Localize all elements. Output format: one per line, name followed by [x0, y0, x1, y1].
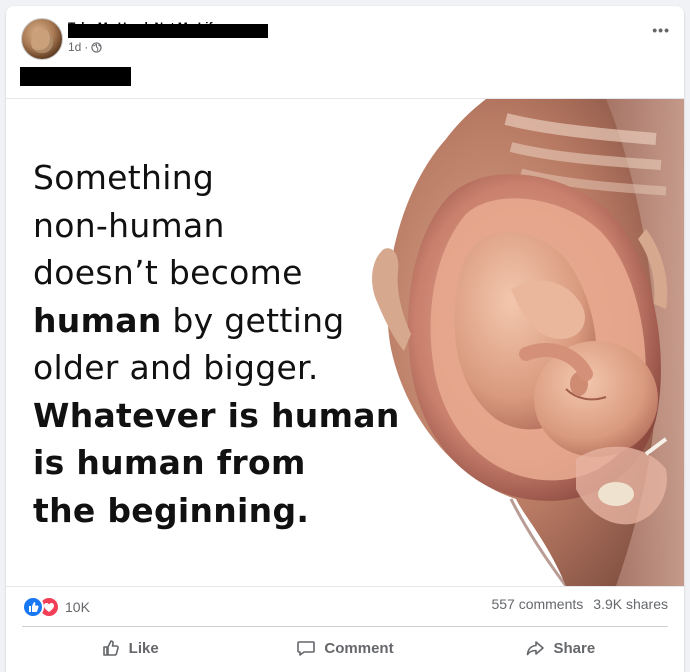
meta-separator: ·: [84, 40, 89, 54]
share-button[interactable]: Share: [453, 630, 668, 666]
like-icon: [22, 596, 44, 618]
reaction-count: 10K: [65, 599, 90, 615]
share-label: Share: [553, 639, 596, 657]
post-stats: 557 comments 3.9K shares: [491, 596, 668, 612]
headline-line-2: non-human: [33, 205, 225, 245]
share-arrow-icon: [527, 641, 545, 656]
comment-button[interactable]: Comment: [237, 630, 452, 666]
post-image[interactable]: Something non-human doesn’t become human…: [6, 98, 684, 587]
headline-line-8: the beginning.: [33, 490, 310, 530]
like-label: Like: [128, 639, 159, 657]
more-options-button[interactable]: •••: [652, 22, 670, 38]
shares-count[interactable]: 3.9K shares: [593, 596, 668, 612]
headline-line-5: older and bigger.: [33, 348, 319, 387]
author-avatar[interactable]: [21, 18, 63, 60]
image-headline: Something non-human doesn’t become human…: [33, 154, 400, 534]
post-meta: 1d ·: [68, 40, 103, 54]
headline-human-bold: human: [33, 300, 162, 340]
headline-line-4: human by getting: [33, 297, 393, 345]
redaction-bar-name: [68, 24, 268, 38]
thumbs-up-icon: [102, 640, 119, 656]
headline-line-1: Something: [33, 158, 215, 197]
avatar-face: [31, 29, 53, 53]
redaction-bar-caption: [20, 67, 131, 86]
like-button[interactable]: Like: [22, 630, 237, 666]
headline-line-4-rest: by getting: [161, 300, 345, 340]
post-time[interactable]: 1d: [68, 40, 81, 54]
comment-label: Comment: [324, 639, 394, 657]
globe-icon: [91, 41, 103, 53]
comment-icon: [297, 641, 316, 656]
post-card: Take My Hand, Not My Life 1d · •••: [6, 6, 684, 672]
divider: [22, 626, 668, 627]
action-bar: Like Comment Share: [22, 630, 668, 666]
comments-count[interactable]: 557 comments: [491, 596, 583, 612]
headline-line-7: is human from: [33, 443, 306, 482]
headline-line-6: Whatever is human: [33, 395, 400, 435]
reactions-summary[interactable]: 10K: [22, 596, 90, 618]
headline-line-3: doesn’t become: [33, 253, 303, 292]
